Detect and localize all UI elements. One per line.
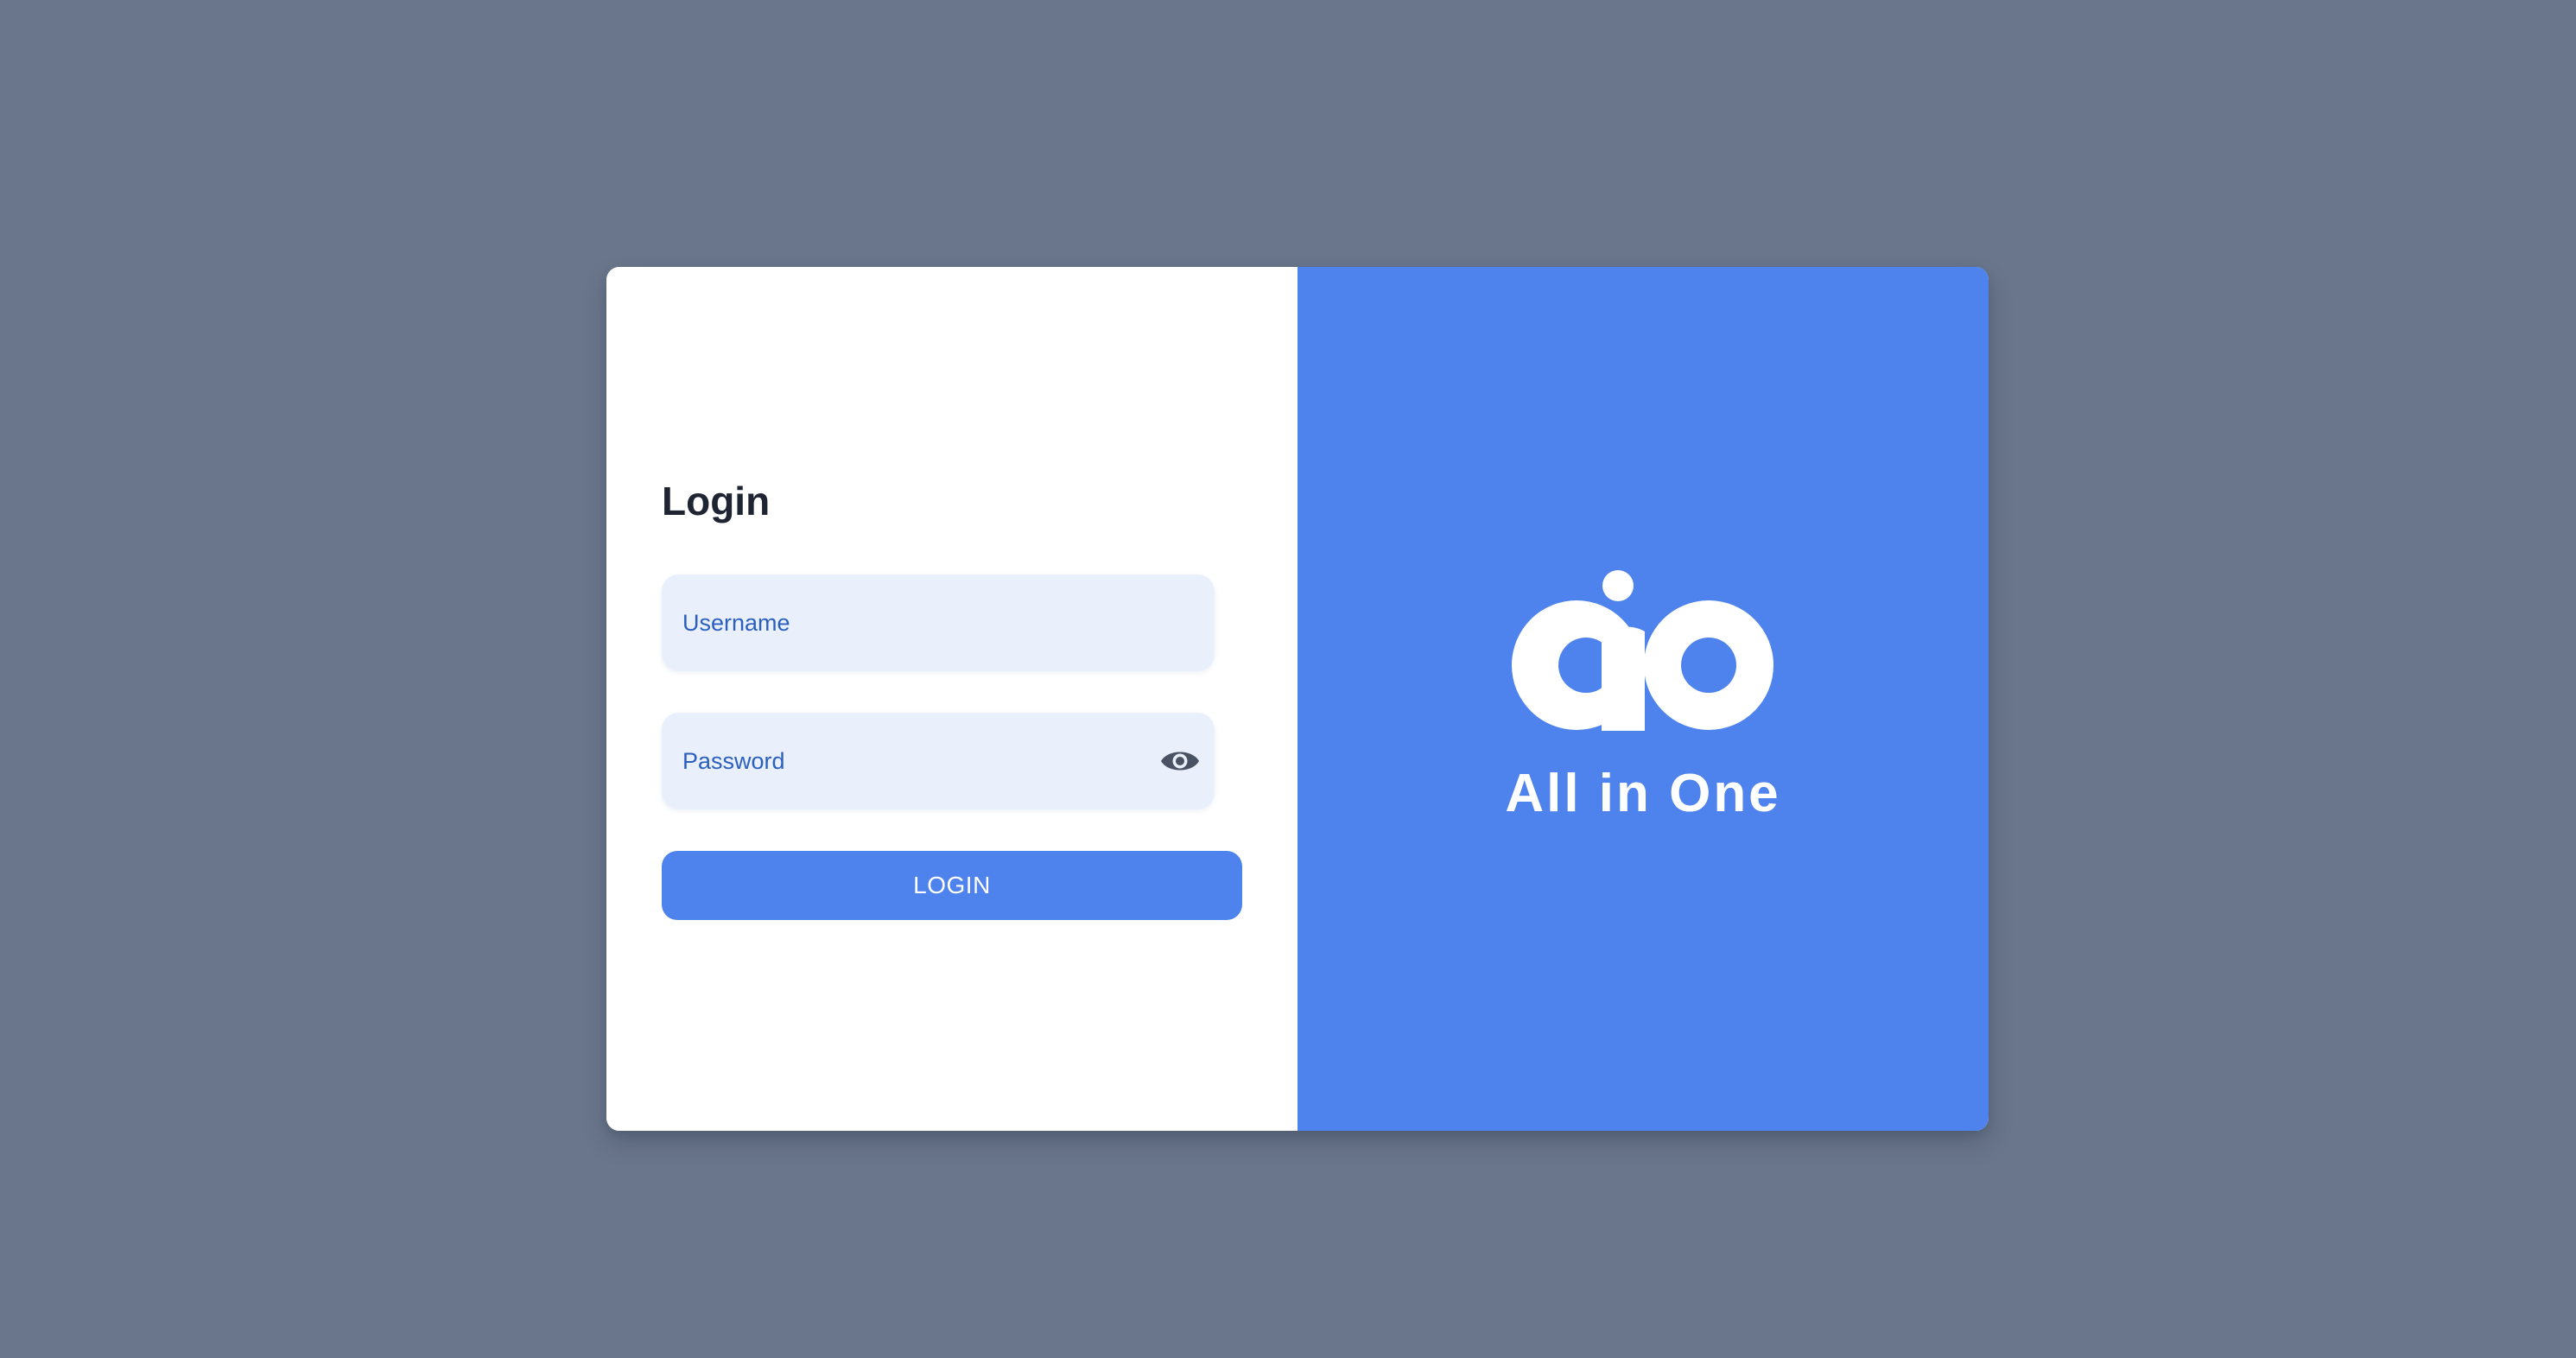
show-password-toggle[interactable] [1159,742,1201,780]
eye-icon [1161,752,1199,771]
login-title: Login [662,479,771,524]
password-field[interactable] [662,713,1215,809]
login-form-panel: Login LOGIN [606,267,1298,1131]
login-card: Login LOGIN [606,267,1989,1131]
aio-logo-icon [1512,570,1773,731]
username-input[interactable] [682,574,1166,671]
password-input[interactable] [682,713,1166,809]
login-button[interactable]: LOGIN [662,851,1242,920]
brand-name: All in One [1505,764,1781,823]
username-field[interactable] [662,574,1215,671]
